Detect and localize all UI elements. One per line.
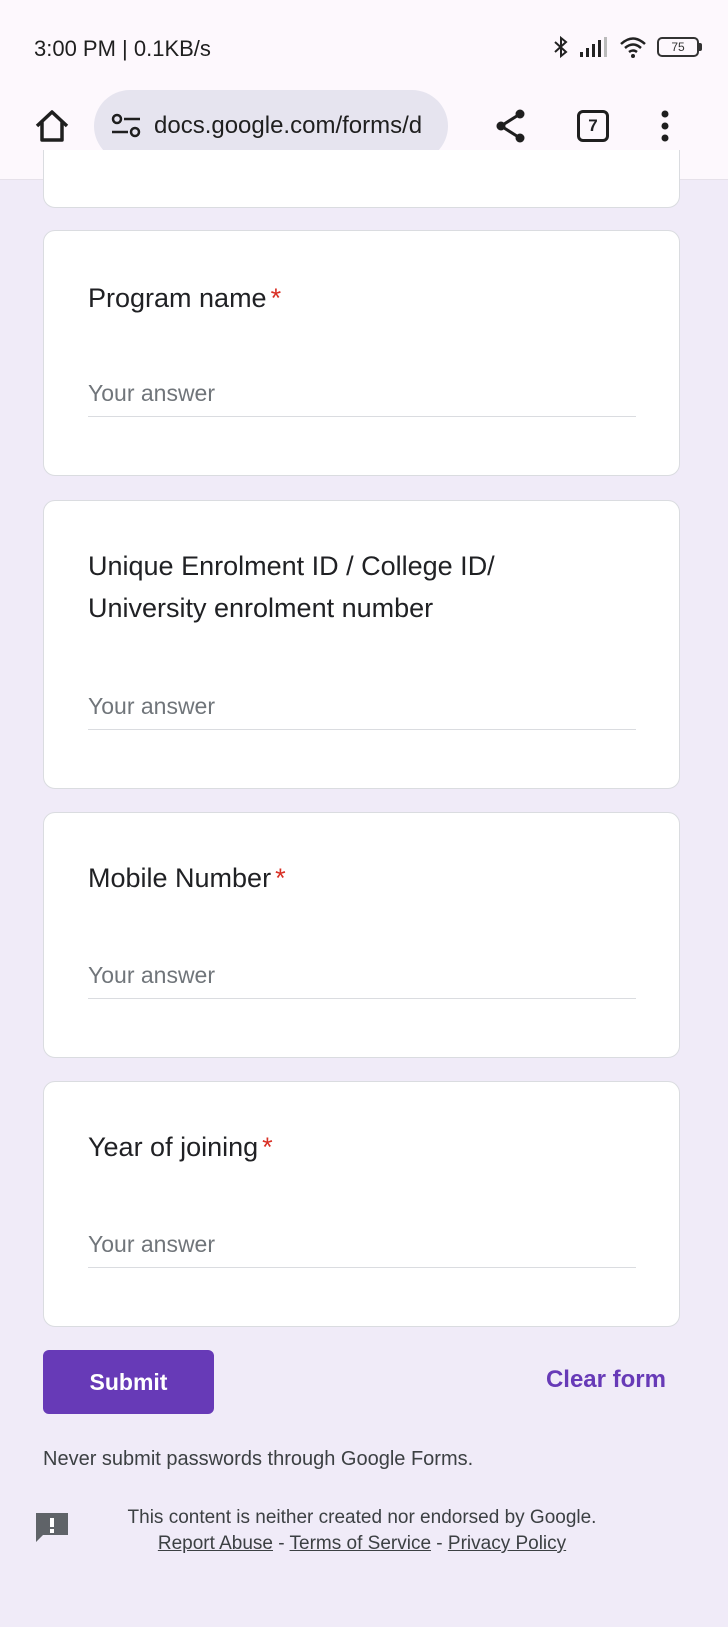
enrolment-id-input[interactable] [88,684,636,730]
question-card-mobile-number: Mobile Number * [43,812,680,1058]
question-card-program-name: Program name * [43,230,680,476]
battery-icon: 75 [657,37,702,57]
share-icon[interactable] [494,108,528,144]
question-label: Year of joining * [88,1132,273,1162]
status-icons: 75 [553,34,702,60]
password-warning: Never submit passwords through Google Fo… [43,1448,474,1470]
footer-disclaimer: This content is neither created nor endo… [127,1507,597,1528]
question-label: Program name * [88,283,282,313]
status-time: 3:00 PM | 0.1KB/s [34,36,211,61]
battery-level: 75 [657,37,699,57]
question-card-enrolment-id: Unique Enrolment ID / College ID/ Univer… [43,500,680,789]
bluetooth-icon [554,35,568,59]
question-label-line2: University enrolment number [88,593,434,623]
footer: This content is neither created nor endo… [92,1505,632,1557]
privacy-policy-link[interactable]: Privacy Policy [448,1533,566,1554]
submit-button[interactable]: Submit [43,1350,214,1414]
question-label: Mobile Number * [88,863,286,893]
signal-icon [580,37,607,57]
status-bar: 3:00 PM | 0.1KB/s 75 [0,0,728,100]
report-feedback-icon[interactable] [33,1510,71,1544]
year-of-joining-input[interactable] [88,1222,636,1268]
report-abuse-link[interactable]: Report Abuse [158,1533,273,1554]
wifi-icon [620,37,646,58]
link-separator: - [272,1533,290,1554]
site-info-icon[interactable] [110,113,142,139]
footer-links: Report Abuse - Terms of Service - Privac… [92,1531,632,1557]
link-separator: - [431,1533,448,1554]
tab-switcher-icon[interactable]: 7 [577,110,609,142]
url-text: docs.google.com/forms/d [154,112,423,139]
home-icon[interactable] [32,106,72,146]
required-asterisk: * [262,1132,273,1162]
question-card-year-of-joining: Year of joining * [43,1081,680,1327]
more-vert-icon[interactable] [655,106,675,146]
previous-question-card [43,150,680,208]
question-label: Unique Enrolment ID / College ID/ Univer… [88,545,628,629]
question-label-line1: Unique Enrolment ID / College ID/ [88,551,495,581]
required-asterisk: * [275,863,286,893]
terms-of-service-link[interactable]: Terms of Service [290,1533,431,1554]
program-name-input[interactable] [88,371,636,417]
mobile-number-input[interactable] [88,953,636,999]
clear-form-button[interactable]: Clear form [546,1366,666,1394]
required-asterisk: * [270,283,282,313]
